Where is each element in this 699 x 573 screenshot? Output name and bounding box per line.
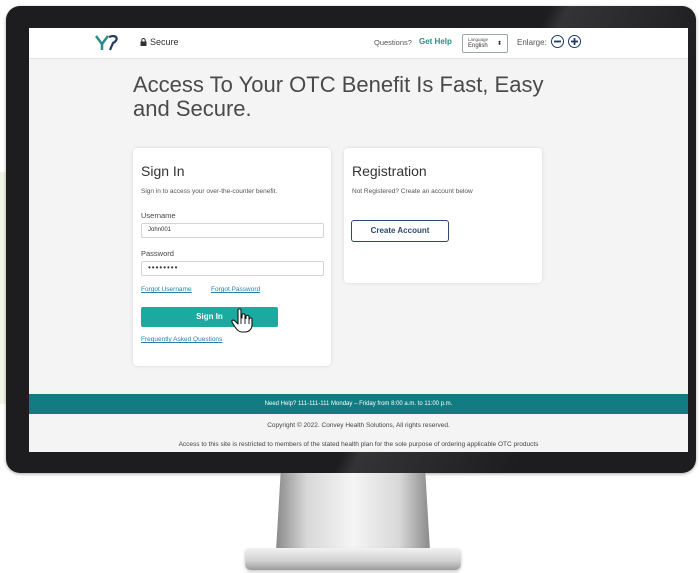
sign-in-title: Sign In: [141, 163, 185, 179]
monitor-stand-neck: [276, 473, 430, 551]
get-help-link[interactable]: Get Help: [419, 37, 452, 46]
page-headline: Access To Your OTC Benefit Is Fast, Easy…: [133, 72, 544, 121]
password-field[interactable]: ••••••••: [141, 261, 324, 276]
disclaimer-text: Access to this site is restricted to mem…: [178, 441, 539, 448]
select-arrows-icon: ⬍: [496, 41, 502, 47]
hand-cursor-icon: [231, 308, 253, 333]
password-label: Password: [141, 249, 174, 258]
forgot-password-link[interactable]: Forgot Password: [211, 286, 260, 293]
top-header-bar: Secure Questions? Get Help Language Engl…: [29, 28, 688, 59]
secure-label: Secure: [150, 37, 179, 47]
username-field[interactable]: John001: [141, 223, 324, 238]
language-value: English: [468, 43, 488, 49]
create-account-button[interactable]: Create Account: [351, 220, 449, 242]
help-band: Need Help? 111-111-111 Monday – Friday f…: [29, 394, 688, 414]
faq-link[interactable]: Frequently Asked Questions: [141, 336, 222, 343]
plus-icon: [571, 38, 578, 45]
zoom-out-button[interactable]: [551, 35, 564, 48]
language-caption: Language: [468, 37, 489, 42]
forgot-username-link[interactable]: Forgot Username: [141, 286, 192, 293]
copyright-text: Copyright © 2022. Convey Health Solution…: [267, 422, 450, 429]
registration-subtitle: Not Registered? Create an account below: [352, 188, 473, 195]
zoom-in-button[interactable]: [568, 35, 581, 48]
registration-card: Registration Not Registered? Create an a…: [344, 148, 542, 283]
enlarge-label: Enlarge:: [517, 38, 547, 47]
monitor-stand-base: [245, 548, 461, 570]
sign-in-subtitle: Sign in to access your over-the-counter …: [141, 188, 278, 195]
questions-label: Questions?: [374, 38, 412, 47]
brand-logo-icon[interactable]: [94, 33, 128, 53]
username-value: John001: [148, 227, 172, 233]
username-label: Username: [141, 211, 176, 220]
lock-icon: [140, 38, 147, 46]
secure-indicator: Secure: [140, 37, 179, 47]
sign-in-button[interactable]: Sign In: [141, 307, 278, 327]
language-select[interactable]: Language English ⬍: [462, 34, 508, 53]
browser-screen: Secure Questions? Get Help Language Engl…: [29, 28, 688, 452]
password-value: ••••••••: [148, 263, 179, 272]
registration-title: Registration: [352, 163, 427, 179]
minus-icon: [554, 40, 561, 43]
